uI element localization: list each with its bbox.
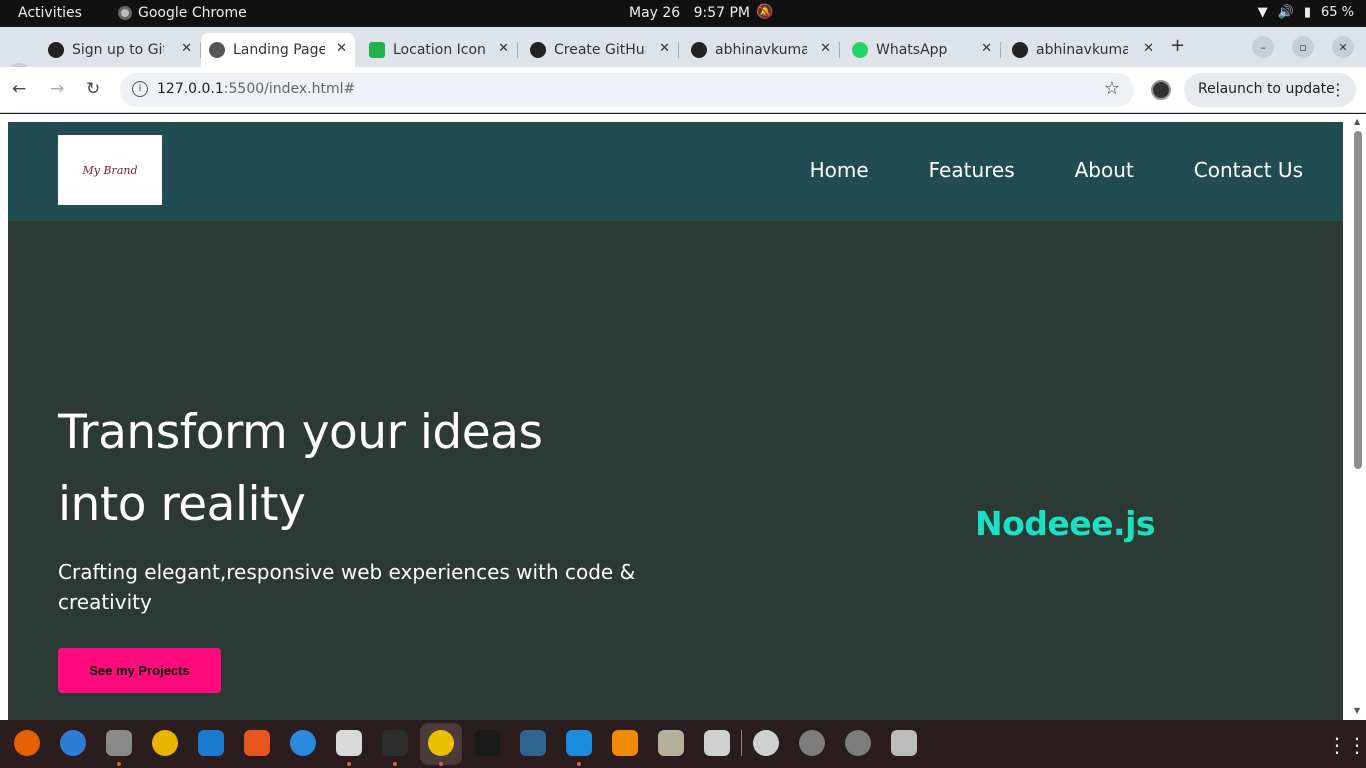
site-navbar: My Brand Home Features About Contact Us [8,122,1343,221]
tab-item[interactable]: Create GitHub ✕ [522,33,679,67]
nav-home-link[interactable]: Home [810,158,869,182]
minimize-icon[interactable]: – [1252,36,1274,58]
site-info-icon[interactable]: i [132,81,148,97]
page-viewport: My Brand Home Features About Contact Us … [0,114,1366,720]
terminal-icon[interactable] [382,730,408,756]
vlc-icon[interactable] [612,730,638,756]
close-tab-icon[interactable]: ✕ [659,41,670,56]
github-icon [1012,42,1028,58]
hero-title: Transform your ideas into reality [58,405,543,532]
app-menu[interactable]: Google Chrome [118,5,247,21]
mysql-icon[interactable] [520,730,546,756]
close-tab-icon[interactable]: ✕ [1143,41,1154,56]
chrome-icon[interactable] [428,730,454,756]
whatsapp-icon [852,42,868,58]
hero-section: Transform your ideas into reality Crafti… [8,221,1343,720]
more-menu-icon[interactable]: ⋮ [1330,80,1346,99]
system-tray[interactable]: ▼ 🔊 ▮ 65 % [1258,5,1354,20]
running-indicator [439,762,443,766]
page-scrollbar[interactable]: ▲ ▼ [1350,114,1366,720]
close-tab-icon[interactable]: ✕ [336,41,347,56]
app-name: Google Chrome [138,5,247,21]
files-icon[interactable] [106,730,132,756]
profile-avatar[interactable] [1151,80,1171,100]
globe-icon [209,42,225,58]
help-icon[interactable] [290,730,316,756]
drive-icon-1[interactable] [799,730,825,756]
nav-links: Home Features About Contact Us [810,158,1303,182]
activities-button[interactable]: Activities [18,5,82,21]
address-bar[interactable]: i 127.0.0.1:5500/index.html# ☆ [120,73,1134,107]
github-icon [691,42,707,58]
scrollbar-thumb[interactable] [1354,131,1362,469]
github-icon [48,42,64,58]
nav-features-link[interactable]: Features [929,158,1015,182]
back-arrow-icon[interactable]: ← [12,79,26,99]
close-tab-icon[interactable]: ✕ [981,41,992,56]
close-window-icon[interactable]: ✕ [1332,36,1354,58]
scroll-up-icon[interactable]: ▲ [1354,117,1360,126]
see-projects-button[interactable]: See my Projects [58,648,221,693]
text-editor-icon[interactable] [336,730,362,756]
forward-arrow-icon[interactable]: → [50,79,64,99]
player-icon[interactable] [474,730,500,756]
firefox-icon[interactable] [14,730,40,756]
dock: ⋮⋮⋮ [0,720,1366,768]
new-tab-icon[interactable]: + [1170,35,1185,56]
notifications-muted-icon: 🔕 [756,4,774,20]
close-tab-icon[interactable]: ✕ [181,41,192,56]
running-indicator [577,762,581,766]
volume-icon: 🔊 [1277,5,1294,20]
trash-icon[interactable] [891,730,917,756]
brand-text: Nodeee.js [975,504,1156,543]
screenshot-icon[interactable] [704,730,730,756]
dock-separator [741,730,742,756]
scroll-down-icon[interactable]: ▼ [1354,706,1360,715]
maximize-icon[interactable]: ▫ [1292,36,1314,58]
tab-item-active[interactable]: Landing Page ✕ [201,33,355,67]
running-indicator [347,762,351,766]
url-text[interactable]: 127.0.0.1:5500/index.html# [157,81,355,97]
tab-strip: ⌄ Sign up to GitHub ✕ Landing Page ✕ Loc… [0,27,1366,85]
app-center-icon[interactable] [244,730,270,756]
running-indicator [117,762,121,766]
battery-icon: ▮ [1303,5,1311,20]
writer-icon[interactable] [198,730,224,756]
show-apps-icon[interactable]: ⋮⋮⋮ [1327,733,1366,757]
openai-icon [530,42,546,58]
nav-contact-link[interactable]: Contact Us [1194,158,1303,182]
wifi-icon: ▼ [1257,5,1268,20]
vscode-icon[interactable] [566,730,592,756]
hero-subtitle: Crafting elegant,responsive web experien… [58,560,636,614]
close-tab-icon[interactable]: ✕ [820,41,831,56]
running-indicator [393,762,397,766]
tab-item[interactable]: WhatsApp ✕ [844,33,1001,67]
rhythmbox-icon[interactable] [152,730,178,756]
clock[interactable]: May 26 9:57 PM [629,5,750,21]
reload-icon[interactable]: ↻ [86,79,100,99]
chrome-app-icon [118,6,132,20]
battery-percent: 65 % [1320,5,1354,20]
brand-logo[interactable]: My Brand [58,135,162,205]
close-tab-icon[interactable]: ✕ [498,41,509,56]
browser-toolbar: ← → ↻ i 127.0.0.1:5500/index.html# ☆ Rel… [0,67,1366,113]
nav-about-link[interactable]: About [1075,158,1134,182]
tab-item[interactable]: Location Icon ✕ [361,33,518,67]
tab-item[interactable]: Sign up to GitHub ✕ [40,33,201,67]
thunderbird-icon[interactable] [60,730,86,756]
tab-item[interactable]: abhinavkumar ✕ [683,33,840,67]
drive-icon-2[interactable] [845,730,871,756]
relaunch-button[interactable]: Relaunch to update ⋮ [1184,73,1356,107]
bookmark-star-icon[interactable]: ☆ [1104,78,1120,99]
archive-icon[interactable] [658,730,684,756]
disk-icon[interactable] [753,730,779,756]
system-top-bar: Activities Google Chrome May 26 9:57 PM … [0,0,1366,27]
green-square-icon [369,42,385,58]
tab-item[interactable]: abhinavkumar ✕ [1004,33,1162,67]
